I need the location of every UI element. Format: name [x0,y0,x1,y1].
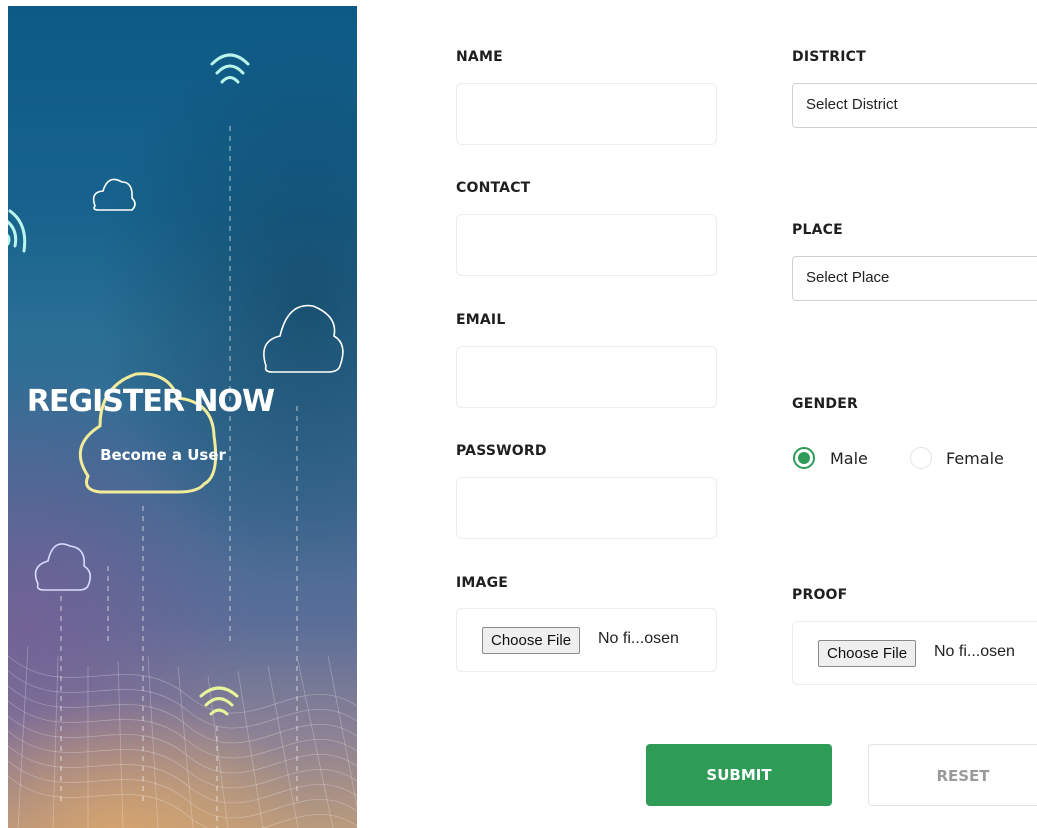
wifi-icon [210,53,250,84]
gender-female-label: Female [946,449,1004,468]
password-input[interactable] [456,477,717,539]
hero-panel: REGISTER NOW Become a User [8,6,357,828]
name-label: NAME [456,49,503,65]
wave-mesh [8,645,357,828]
place-select[interactable]: Select Place [792,256,1037,301]
cloud-icon [92,178,136,211]
gender-male-radio[interactable] [793,447,815,469]
proof-label: PROOF [792,587,848,603]
wifi-icon [199,686,239,716]
gender-male-label: Male [830,449,868,468]
place-label: PLACE [792,222,843,238]
image-file-status: No fi...osen [598,630,679,647]
proof-file-status: No fi...osen [934,643,1015,660]
image-choose-file-button[interactable]: Choose File [482,627,581,654]
email-input[interactable] [456,346,717,408]
image-file-field[interactable]: Choose File No fi...osen [456,608,717,672]
password-label: PASSWORD [456,443,547,459]
hero-subtitle: Become a User [100,446,226,464]
wifi-icon [8,209,27,253]
proof-file-field[interactable]: Choose File No fi...osen [792,621,1037,685]
reset-button[interactable]: RESET [868,744,1037,806]
contact-input[interactable] [456,214,717,276]
name-input[interactable] [456,83,717,145]
district-select[interactable]: Select District [792,83,1037,128]
cloud-icon [263,304,344,373]
contact-label: CONTACT [456,180,531,196]
gender-label: GENDER [792,396,858,412]
hero-title: REGISTER NOW [26,384,275,419]
gender-female-radio[interactable] [910,447,932,469]
submit-button[interactable]: SUBMIT [646,744,832,806]
email-label: EMAIL [456,312,506,328]
proof-choose-file-button[interactable]: Choose File [818,640,917,667]
image-label: IMAGE [456,575,509,591]
district-label: DISTRICT [792,49,866,65]
cloud-icon [34,543,92,591]
